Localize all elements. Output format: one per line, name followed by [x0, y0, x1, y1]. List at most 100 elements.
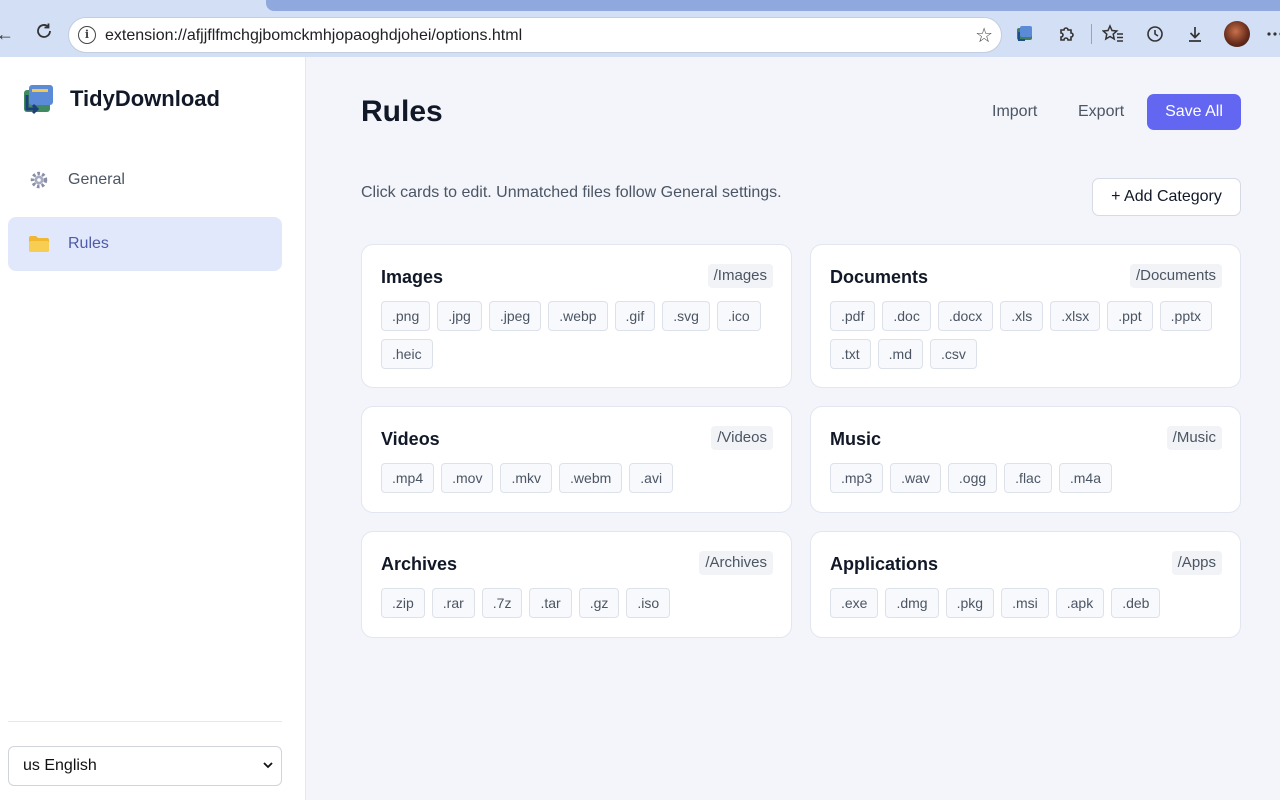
export-button[interactable]: Export: [1078, 103, 1124, 121]
language-select-value: us English: [23, 757, 97, 774]
sidebar-item-label: Rules: [68, 235, 109, 252]
extension-list: .pdf .doc .docx .xls .xlsx .ppt .pptx .txt .md .c…: [830, 301, 1224, 369]
brand: TidyDownload: [20, 83, 220, 115]
extension-chip: .apk: [1055, 588, 1105, 618]
back-icon[interactable]: ←: [0, 21, 18, 47]
category-name: Documents: [830, 267, 929, 287]
bookmark-star-icon[interactable]: ☆: [975, 23, 993, 48]
category-card-documents[interactable]: Documents/Documents .pdf .doc .docx .xls .xls…: [810, 244, 1241, 388]
extensions-puzzle-icon[interactable]: [1055, 22, 1079, 46]
extension-chip: .flac: [1004, 463, 1052, 493]
category-card-music[interactable]: Music/Music .mp3 .wav .ogg .flac .m4a: [810, 406, 1241, 513]
category-name: Images: [381, 267, 444, 287]
gear-icon: [28, 169, 50, 191]
extension-chip: .pptx: [1159, 301, 1213, 331]
extension-chip: .wav: [890, 463, 941, 493]
extension-chip: .gz: [578, 588, 620, 618]
history-icon[interactable]: [1143, 22, 1167, 46]
add-category-button[interactable]: + Add Category: [1092, 178, 1241, 216]
category-path: /Archives: [699, 551, 773, 575]
extension-chip: .mp4: [381, 463, 435, 493]
category-name: Music: [830, 429, 882, 449]
sidebar-item-rules[interactable]: Rules: [8, 217, 282, 271]
more-menu-icon[interactable]: [1263, 22, 1280, 46]
extension-chip: .gif: [614, 301, 656, 331]
category-card-images[interactable]: Images/Images .png .jpg .jpeg .webp .gif .svg.…: [361, 244, 792, 388]
extension-chip: .svg: [662, 301, 710, 331]
extension-chip: .ppt: [1107, 301, 1153, 331]
category-name: Applications: [830, 554, 939, 574]
brand-name: TidyDownload: [70, 86, 220, 111]
sidebar-item-general[interactable]: General: [8, 153, 282, 207]
extension-chip: .jpeg: [488, 301, 542, 331]
extension-chip: .heic: [381, 339, 433, 369]
category-path: /Documents: [1129, 264, 1222, 288]
extension-chip: .docx: [937, 301, 994, 331]
extension-chip: .mp3: [830, 463, 884, 493]
page-title: Rules: [361, 95, 443, 128]
category-path: /Apps: [1171, 551, 1222, 575]
extension-chip: .7z: [481, 588, 523, 618]
extension-chip: .md: [877, 339, 924, 369]
sidebar-divider: [8, 721, 282, 722]
extension-chip: .zip: [381, 588, 425, 618]
extension-chip: .m4a: [1058, 463, 1112, 493]
toolbar-separator: [1091, 24, 1092, 44]
url-text[interactable]: extension://afjjflfmchgjbomckmhjopaoghdj…: [105, 27, 522, 45]
language-select[interactable]: us English: [8, 746, 282, 786]
extension-list: .mp4 .mov .mkv .webm .avi: [381, 463, 775, 493]
extension-list: .zip .rar .7z .tar .gz .iso: [381, 588, 775, 618]
extension-list: .mp3 .wav .ogg .flac .m4a: [830, 463, 1224, 493]
extension-chip: .jpg: [437, 301, 482, 331]
extension-list: .png .jpg .jpeg .webp .gif .svg .ico .heic: [381, 301, 775, 369]
category-card-applications[interactable]: Applications/Apps .exe .dmg .pkg .msi .apk .de…: [810, 531, 1241, 638]
extension-chip: .webp: [548, 301, 608, 331]
extension-chip: .ogg: [947, 463, 998, 493]
extension-chip: .mov: [441, 463, 494, 493]
category-path: /Music: [1166, 426, 1222, 450]
category-card-videos[interactable]: Videos/Videos .mp4 .mov .mkv .webm .avi: [361, 406, 792, 513]
address-bar[interactable]: i extension://afjjflfmchgjbomckmhjopaogh…: [68, 17, 1002, 53]
category-name: Archives: [381, 554, 458, 574]
extension-chip: .mkv: [500, 463, 553, 493]
category-card-archives[interactable]: Archives/Archives .zip .rar .7z .tar .gz .iso: [361, 531, 792, 638]
rules-hint: Click cards to edit. Unmatched files fol…: [361, 184, 782, 201]
extension-chip: .dmg: [885, 588, 939, 618]
chevron-down-icon: [263, 762, 273, 769]
site-info-icon[interactable]: i: [78, 26, 96, 44]
extension-chip: .xls: [1000, 301, 1044, 331]
extension-chip: .doc: [882, 301, 931, 331]
category-path: /Images: [707, 264, 773, 288]
category-path: /Videos: [711, 426, 773, 450]
profile-avatar[interactable]: [1224, 21, 1250, 47]
extension-chip: .tar: [529, 588, 572, 618]
sidebar: TidyDownload General Rules us English: [0, 57, 306, 800]
extension-chip: .msi: [1001, 588, 1049, 618]
extension-chip: .rar: [431, 588, 475, 618]
tidydownload-logo-icon: [20, 83, 56, 115]
extension-chip: .exe: [830, 588, 879, 618]
extension-chip: .deb: [1111, 588, 1161, 618]
tab-strip: [266, 0, 1280, 11]
downloads-icon[interactable]: [1183, 22, 1207, 46]
category-name: Videos: [381, 429, 440, 449]
favorites-icon[interactable]: [1101, 22, 1125, 46]
extension-chip: .webm: [559, 463, 623, 493]
browser-toolbar: ← i extension://afjjflfmchgjbomckmhjopao…: [0, 0, 1280, 57]
extension-chip: .avi: [629, 463, 674, 493]
extension-chip: .ico: [716, 301, 761, 331]
folder-icon: [28, 233, 50, 255]
extension-list: .exe .dmg .pkg .msi .apk .deb: [830, 588, 1224, 618]
tidydownload-extension-icon[interactable]: [1013, 22, 1037, 46]
extension-chip: .pkg: [945, 588, 995, 618]
extension-chip: .png: [381, 301, 431, 331]
extension-chip: .txt: [830, 339, 871, 369]
sidebar-item-label: General: [68, 171, 125, 188]
extension-chip: .csv: [930, 339, 977, 369]
extension-chip: .iso: [626, 588, 671, 618]
extension-chip: .pdf: [830, 301, 876, 331]
extension-chip: .xlsx: [1050, 301, 1101, 331]
save-all-button[interactable]: Save All: [1147, 94, 1241, 130]
reload-icon[interactable]: [31, 21, 57, 47]
import-button[interactable]: Import: [992, 103, 1037, 121]
